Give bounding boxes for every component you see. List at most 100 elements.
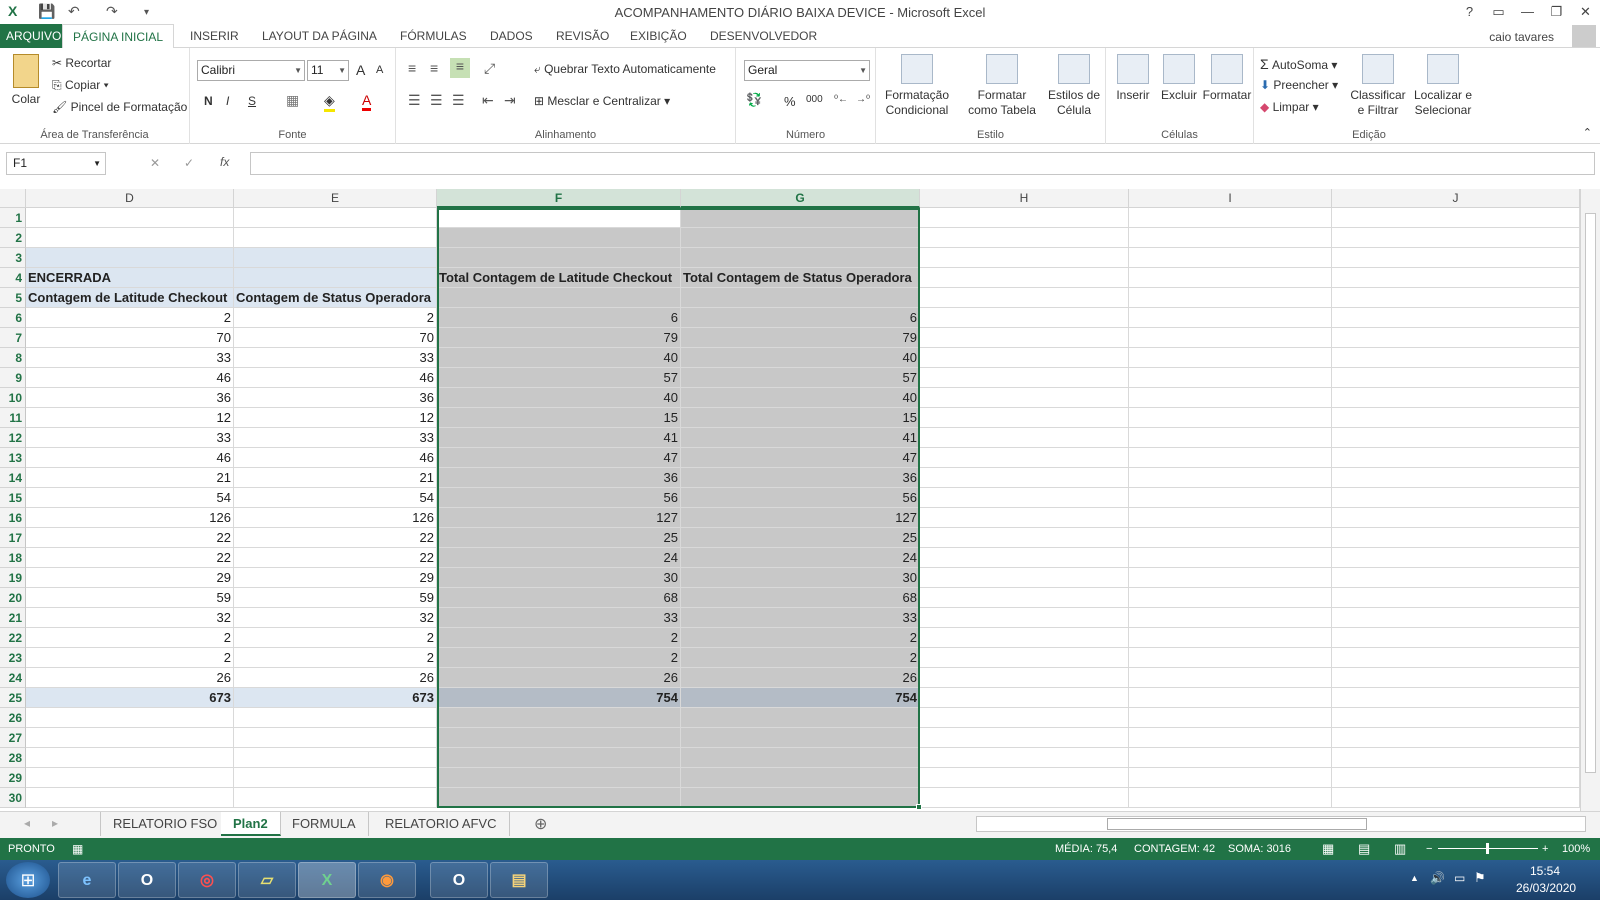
cell[interactable] [920, 328, 1129, 348]
action-center-flag-icon[interactable]: ⚑ [1474, 870, 1486, 886]
row-header[interactable]: 25 [0, 688, 26, 708]
column-header-g[interactable]: G [681, 189, 920, 208]
value-cell[interactable]: 33 [234, 428, 437, 448]
cell[interactable] [1332, 428, 1580, 448]
cell[interactable] [1332, 328, 1580, 348]
thousands-button[interactable]: 000 [806, 94, 823, 105]
font-color-icon[interactable]: A [362, 92, 372, 111]
cell[interactable] [234, 248, 437, 268]
value-cell[interactable]: 30 [437, 568, 681, 588]
cell[interactable] [1332, 688, 1580, 708]
format-cells-button[interactable]: Formatar [1202, 54, 1252, 103]
row-header[interactable]: 24 [0, 668, 26, 688]
row-header[interactable]: 17 [0, 528, 26, 548]
zoom-slider-thumb[interactable] [1486, 843, 1489, 854]
value-cell[interactable]: 29 [26, 568, 234, 588]
scroll-tabs-left-icon[interactable]: ◂ [24, 816, 30, 830]
horizontal-scrollbar[interactable] [976, 816, 1586, 832]
cell[interactable] [234, 768, 437, 788]
value-cell[interactable]: 54 [234, 488, 437, 508]
enter-formula-icon[interactable]: ✓ [184, 156, 194, 170]
row-header[interactable]: 7 [0, 328, 26, 348]
value-cell[interactable]: 70 [234, 328, 437, 348]
row-header[interactable]: 4 [0, 268, 26, 288]
cell[interactable] [1129, 588, 1332, 608]
normal-view-icon[interactable]: ▦ [1322, 838, 1334, 860]
cell[interactable] [437, 288, 681, 308]
cell[interactable] [1332, 768, 1580, 788]
value-cell[interactable]: 46 [26, 368, 234, 388]
collapse-ribbon-icon[interactable]: ⌃ [1583, 126, 1592, 139]
cell[interactable] [26, 248, 234, 268]
cell[interactable] [920, 268, 1129, 288]
cell[interactable] [920, 348, 1129, 368]
formula-input[interactable] [250, 152, 1595, 175]
paste-button[interactable]: Colar [6, 54, 46, 107]
header-cell[interactable]: Contagem de Status Operadora [234, 288, 437, 308]
cell[interactable] [1129, 428, 1332, 448]
cell[interactable] [681, 748, 920, 768]
find-select-button[interactable]: Localizar e Selecionar [1410, 54, 1476, 118]
value-cell[interactable]: 2 [234, 648, 437, 668]
row-header[interactable]: 9 [0, 368, 26, 388]
cell[interactable] [920, 568, 1129, 588]
clear-button[interactable]: ◆ Limpar ▾ [1260, 100, 1319, 114]
clock-time[interactable]: 15:54 [1530, 864, 1560, 878]
zoom-out-button[interactable]: − [1426, 838, 1432, 860]
cell[interactable] [681, 768, 920, 788]
value-cell[interactable]: 56 [437, 488, 681, 508]
cell[interactable] [1129, 728, 1332, 748]
value-cell[interactable]: 32 [234, 608, 437, 628]
cell[interactable] [1129, 288, 1332, 308]
value-cell[interactable]: 59 [234, 588, 437, 608]
value-cell[interactable]: 68 [437, 588, 681, 608]
cell[interactable] [437, 248, 681, 268]
value-cell[interactable]: 46 [234, 368, 437, 388]
value-cell[interactable]: 22 [26, 528, 234, 548]
cell[interactable] [1129, 668, 1332, 688]
sheet-tab-relatorio-fso[interactable]: RELATORIO FSO [100, 812, 231, 836]
row-header[interactable]: 15 [0, 488, 26, 508]
cell[interactable] [920, 728, 1129, 748]
taskbar-excel-icon[interactable]: X [298, 862, 356, 898]
format-as-table-button[interactable]: Formatar como Tabela [962, 54, 1042, 118]
decrease-indent-icon[interactable]: ⇤ [482, 92, 494, 109]
copy-button[interactable]: ⎘ Copiar ▾ [52, 78, 109, 93]
taskbar-explorer-icon[interactable]: ▤ [490, 862, 548, 898]
insert-cells-button[interactable]: Inserir [1110, 54, 1156, 103]
row-header[interactable]: 11 [0, 408, 26, 428]
cell[interactable] [234, 788, 437, 808]
row-header[interactable]: 3 [0, 248, 26, 268]
header-cell[interactable]: ENCERRADA [26, 268, 234, 288]
value-cell[interactable]: 36 [681, 468, 920, 488]
align-bottom-icon[interactable]: ≡ [450, 58, 470, 78]
bold-button[interactable]: N [204, 94, 213, 108]
borders-icon[interactable]: ▦ [286, 92, 299, 109]
cell[interactable] [26, 788, 234, 808]
tray-expand-icon[interactable]: ▲ [1410, 873, 1419, 883]
cell[interactable] [920, 248, 1129, 268]
value-cell[interactable]: 126 [26, 508, 234, 528]
tab-formulas[interactable]: FÓRMULAS [390, 24, 477, 48]
row-header[interactable]: 28 [0, 748, 26, 768]
cell[interactable] [1332, 588, 1580, 608]
format-painter-button[interactable]: 🖌 Pincel de Formatação [52, 100, 187, 114]
value-cell[interactable]: 6 [437, 308, 681, 328]
minimize-button[interactable]: — [1513, 0, 1542, 24]
cell[interactable] [1129, 268, 1332, 288]
cell[interactable] [1129, 228, 1332, 248]
avatar[interactable] [1572, 25, 1596, 47]
value-cell[interactable]: 12 [234, 408, 437, 428]
value-cell[interactable]: 36 [234, 388, 437, 408]
value-cell[interactable]: 127 [681, 508, 920, 528]
cell[interactable] [681, 288, 920, 308]
cell[interactable] [1332, 728, 1580, 748]
value-cell[interactable]: 33 [437, 608, 681, 628]
row-header[interactable]: 27 [0, 728, 26, 748]
cell[interactable] [681, 708, 920, 728]
column-header-f[interactable]: F [437, 189, 681, 208]
cell[interactable] [1332, 248, 1580, 268]
cell[interactable] [920, 588, 1129, 608]
cell[interactable] [1129, 568, 1332, 588]
cell[interactable] [1332, 448, 1580, 468]
